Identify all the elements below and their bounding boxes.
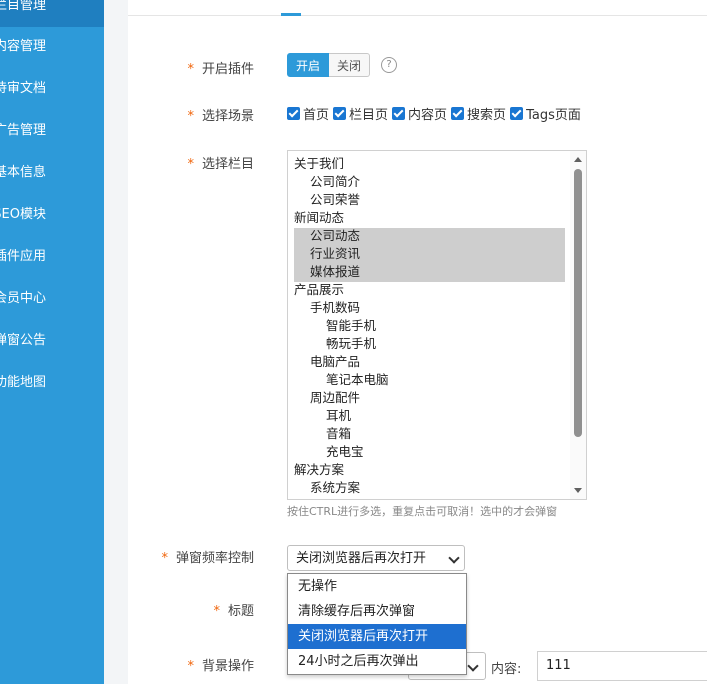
scroll-down-icon[interactable] bbox=[574, 488, 582, 493]
sidebar-item-label: 会员中心 bbox=[0, 291, 46, 306]
main-area: * 开启插件 开启 关闭 ? * 选择场景 首页 栏目页 内容页 搜索页 Tags页… bbox=[104, 0, 707, 684]
sidebar: 栏目管理 内容管理 待审文档 广告管理 基本信息 SEO模块 插件应用 会员中心… bbox=[0, 0, 104, 684]
frequency-dropdown: 无操作 清除缓存后再次弹窗 关闭浏览器后再次打开 24小时之后再次弹出 bbox=[287, 573, 467, 675]
enable-label-text: 开启插件 bbox=[201, 62, 254, 77]
column-option[interactable]: 周边配件 bbox=[310, 389, 360, 407]
sidebar-item-label: 插件应用 bbox=[0, 249, 46, 264]
dropdown-option[interactable]: 24小时之后再次弹出 bbox=[288, 649, 466, 674]
required-mark: * bbox=[187, 62, 194, 77]
content-label: 内容: bbox=[491, 662, 522, 677]
dropdown-option[interactable]: 清除缓存后再次弹窗 bbox=[288, 599, 466, 624]
columns-label: * 选择栏目 bbox=[158, 153, 254, 172]
sidebar-item-label: 待审文档 bbox=[0, 81, 46, 96]
columns-hint: 按住CTRL进行多选，重复点击可取消！选中的才会弹窗 bbox=[287, 505, 558, 518]
column-option[interactable]: 充电宝 bbox=[326, 443, 364, 461]
required-mark: * bbox=[187, 157, 194, 172]
sidebar-item-label: 弹窗公告 bbox=[0, 333, 46, 348]
column-option[interactable]: 手机数码 bbox=[310, 299, 360, 317]
column-option-selected[interactable]: 媒体报道 bbox=[310, 263, 360, 281]
sidebar-item-columns[interactable]: 栏目管理 bbox=[0, 0, 104, 27]
columns-label-text: 选择栏目 bbox=[201, 157, 254, 172]
required-mark: * bbox=[187, 659, 194, 674]
column-option[interactable]: 新闻动态 bbox=[294, 209, 344, 227]
scenes-label-text: 选择场景 bbox=[201, 109, 254, 124]
sidebar-item-plugins[interactable]: 插件应用 bbox=[0, 236, 104, 278]
enable-off-button[interactable]: 关闭 bbox=[329, 53, 371, 77]
required-mark: * bbox=[213, 604, 220, 619]
chevron-down-icon bbox=[448, 552, 460, 564]
scene-label: 首页 bbox=[303, 108, 330, 123]
scrollbar-thumb[interactable] bbox=[574, 169, 582, 437]
checkbox-checked-icon[interactable] bbox=[510, 107, 524, 120]
sidebar-item-basic-info[interactable]: 基本信息 bbox=[0, 152, 104, 194]
checkbox-checked-icon[interactable] bbox=[333, 107, 347, 120]
scene-label: Tags页面 bbox=[526, 108, 581, 123]
frequency-label: * 弹窗频率控制 bbox=[128, 547, 254, 566]
content-input[interactable]: 111 bbox=[537, 651, 707, 681]
column-option[interactable]: 系统方案 bbox=[310, 479, 360, 497]
sidebar-item-members[interactable]: 会员中心 bbox=[0, 278, 104, 320]
sidebar-item-label: 基本信息 bbox=[0, 165, 46, 180]
column-option[interactable]: 公司简介 bbox=[310, 173, 360, 191]
title-label-text: 标题 bbox=[227, 604, 254, 619]
sidebar-item-label: 功能地图 bbox=[0, 375, 46, 390]
sidebar-item-label: SEO模块 bbox=[0, 207, 46, 222]
required-mark: * bbox=[187, 109, 194, 124]
enable-on-button[interactable]: 开启 bbox=[287, 53, 330, 77]
help-icon[interactable]: ? bbox=[381, 57, 397, 73]
scenes-group: 首页 栏目页 内容页 搜索页 Tags页面 bbox=[287, 104, 585, 123]
enable-label: * 开启插件 bbox=[158, 58, 254, 77]
checkbox-checked-icon[interactable] bbox=[451, 107, 465, 120]
background-label: * 背景操作 bbox=[158, 655, 254, 674]
dropdown-option-highlighted[interactable]: 关闭浏览器后再次打开 bbox=[288, 624, 466, 649]
column-option[interactable]: 畅玩手机 bbox=[326, 335, 376, 353]
column-option-selected[interactable]: 行业资讯 bbox=[310, 245, 360, 263]
required-mark: * bbox=[161, 551, 168, 566]
columns-multiselect[interactable]: 关于我们 公司简介 公司荣誉 新闻动态 公司动态 行业资讯 媒体报道 产品展示 手机数码 智能手机… bbox=[287, 150, 587, 500]
checkbox-checked-icon[interactable] bbox=[392, 107, 406, 120]
sidebar-item-ads[interactable]: 广告管理 bbox=[0, 110, 104, 152]
sidebar-item-label: 内容管理 bbox=[0, 39, 46, 54]
sidebar-item-label: 广告管理 bbox=[0, 123, 46, 138]
frequency-label-text: 弹窗频率控制 bbox=[175, 551, 254, 566]
scroll-up-icon[interactable] bbox=[574, 157, 582, 162]
column-option-selected[interactable]: 公司动态 bbox=[310, 227, 360, 245]
column-option[interactable]: 音箱 bbox=[326, 425, 351, 443]
column-option[interactable]: 笔记本电脑 bbox=[326, 371, 389, 389]
title-label: * 标题 bbox=[158, 600, 254, 619]
sidebar-item-sitemap[interactable]: 功能地图 bbox=[0, 362, 104, 404]
chevron-down-icon bbox=[467, 660, 479, 672]
checkbox-checked-icon[interactable] bbox=[287, 107, 300, 120]
frequency-value: 关闭浏览器后再次打开 bbox=[296, 551, 427, 566]
column-option[interactable]: 智能手机 bbox=[326, 317, 376, 335]
sidebar-item-content[interactable]: 内容管理 bbox=[0, 26, 104, 68]
scene-tags[interactable]: Tags页面 bbox=[510, 104, 581, 123]
column-option[interactable]: 公司荣誉 bbox=[310, 191, 360, 209]
sidebar-item-pending[interactable]: 待审文档 bbox=[0, 68, 104, 110]
form-panel: * 开启插件 开启 关闭 ? * 选择场景 首页 栏目页 内容页 搜索页 Tags页… bbox=[128, 0, 707, 684]
column-option[interactable]: 耳机 bbox=[326, 407, 351, 425]
scene-home[interactable]: 首页 bbox=[287, 104, 329, 123]
scene-label: 栏目页 bbox=[349, 108, 389, 123]
sidebar-item-seo[interactable]: SEO模块 bbox=[0, 194, 104, 236]
scene-content[interactable]: 内容页 bbox=[392, 104, 447, 123]
scene-label: 内容页 bbox=[408, 108, 448, 123]
scenes-label: * 选择场景 bbox=[158, 105, 254, 124]
column-option[interactable]: 解决方案 bbox=[294, 461, 344, 479]
column-option[interactable]: 电脑产品 bbox=[310, 353, 360, 371]
tab-divider bbox=[128, 15, 707, 16]
background-label-text: 背景操作 bbox=[201, 659, 254, 674]
active-tab-indicator bbox=[281, 13, 301, 16]
frequency-select[interactable]: 关闭浏览器后再次打开 bbox=[287, 545, 465, 571]
enable-toggle: 开启 关闭 bbox=[287, 53, 371, 77]
column-option[interactable]: 关于我们 bbox=[294, 155, 344, 173]
sidebar-item-label: 栏目管理 bbox=[0, 0, 46, 13]
sidebar-item-popup[interactable]: 弹窗公告 bbox=[0, 320, 104, 362]
scene-label: 搜索页 bbox=[467, 108, 507, 123]
scene-search[interactable]: 搜索页 bbox=[451, 104, 506, 123]
column-option[interactable]: 产品展示 bbox=[294, 281, 344, 299]
dropdown-option[interactable]: 无操作 bbox=[288, 574, 466, 599]
scene-column[interactable]: 栏目页 bbox=[333, 104, 388, 123]
scrollbar[interactable] bbox=[570, 151, 586, 499]
